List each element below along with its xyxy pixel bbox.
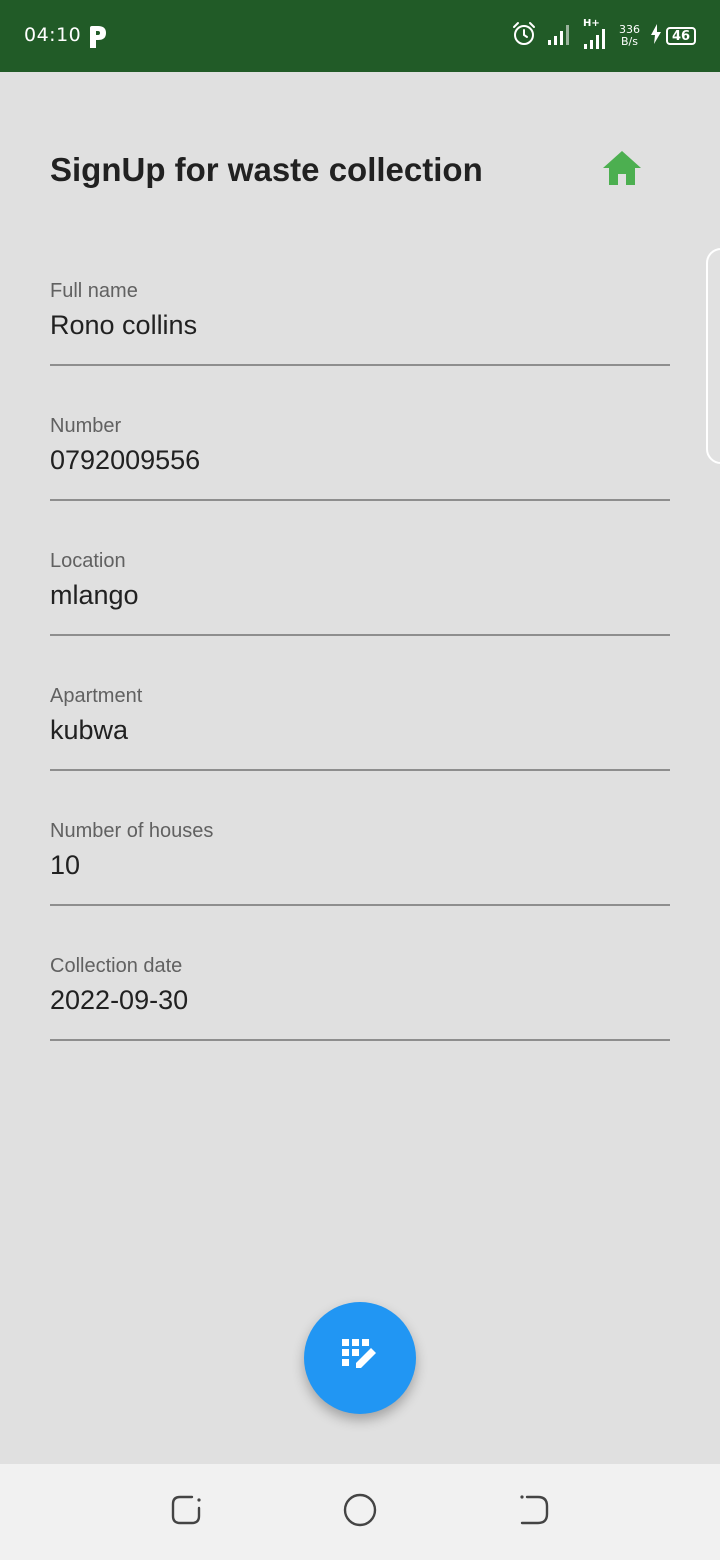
status-icons: H+ 336 B/s 46	[511, 18, 696, 52]
apartment-label: Apartment	[50, 685, 143, 707]
field-underline	[50, 1039, 670, 1041]
home-nav-button[interactable]	[342, 1493, 378, 1532]
collection-date-input[interactable]	[50, 985, 670, 1016]
network-speed-unit: B/s	[621, 35, 638, 48]
collection-date-field[interactable]: Collection date	[50, 945, 670, 1080]
page-title: SignUp for waste collection	[50, 151, 483, 188]
number-label: Number	[50, 415, 122, 437]
battery-icon: 46	[666, 27, 696, 45]
full-name-input[interactable]	[50, 310, 670, 341]
location-input[interactable]	[50, 580, 670, 611]
status-time: 04:10	[24, 24, 82, 46]
location-field[interactable]: Location	[50, 540, 670, 675]
home-icon	[601, 149, 643, 192]
network-speed: 336 B/s	[619, 24, 640, 48]
number-input[interactable]	[50, 445, 670, 476]
apartment-field[interactable]: Apartment	[50, 675, 670, 810]
full-name-field[interactable]: Full name	[50, 270, 670, 405]
field-underline	[50, 904, 670, 906]
edit-calendar-icon	[341, 1338, 379, 1379]
home-button[interactable]	[598, 148, 646, 192]
signal-icon	[547, 22, 573, 51]
number-field[interactable]: Number	[50, 405, 670, 540]
number-of-houses-field[interactable]: Number of houses	[50, 810, 670, 945]
battery-indicator: 46	[650, 23, 696, 49]
number-of-houses-label: Number of houses	[50, 820, 214, 842]
location-label: Location	[50, 550, 126, 572]
alarm-icon	[511, 21, 537, 52]
recents-icon	[170, 1494, 202, 1531]
collection-date-label: Collection date	[50, 955, 183, 977]
charging-icon	[650, 23, 662, 49]
apartment-input[interactable]	[50, 715, 670, 746]
field-underline	[50, 634, 670, 636]
field-underline	[50, 499, 670, 501]
signal-hplus-icon: H+	[583, 18, 609, 50]
full-name-label: Full name	[50, 280, 138, 302]
battery-level: 46	[671, 28, 691, 44]
signup-form: Full name Number Location Apartment Numb…	[50, 270, 670, 1080]
system-navigation-bar	[0, 1464, 720, 1560]
recents-button[interactable]	[168, 1494, 204, 1530]
number-of-houses-input[interactable]	[50, 850, 670, 881]
field-underline	[50, 364, 670, 366]
home-circle-icon	[343, 1493, 377, 1532]
edge-panel-handle[interactable]	[706, 248, 720, 464]
back-icon	[518, 1494, 550, 1531]
submit-fab-button[interactable]	[304, 1302, 416, 1414]
status-bar: 04:10 H+ 336 B/s 46	[0, 0, 720, 72]
back-button[interactable]	[516, 1494, 552, 1530]
field-underline	[50, 769, 670, 771]
parking-icon	[86, 24, 108, 50]
